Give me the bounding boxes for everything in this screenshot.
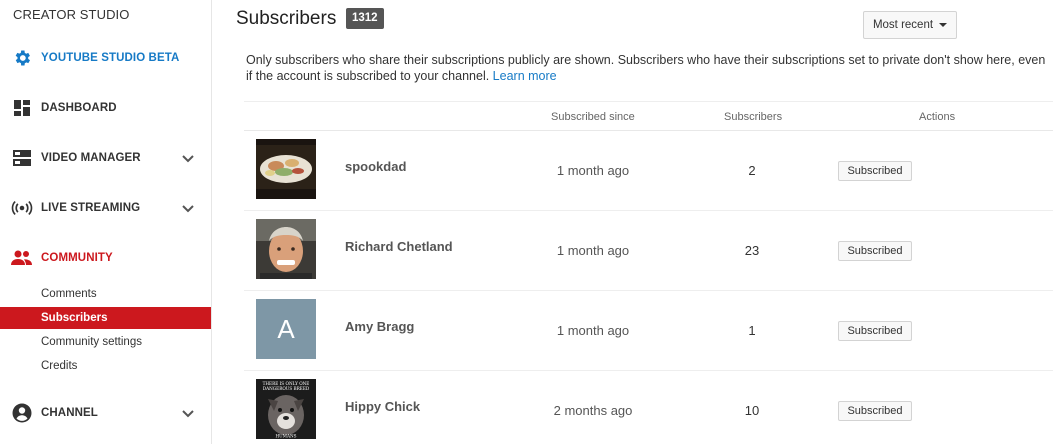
subscriber-avatar[interactable]: A <box>256 299 316 359</box>
subscribed-button[interactable]: Subscribed <box>838 321 912 341</box>
avatar-letter: A <box>256 299 316 359</box>
subscriber-count-badge: 1312 <box>346 8 384 29</box>
sidebar-subitem-credits[interactable]: Credits <box>0 355 211 377</box>
subscriber-count: 10 <box>744 403 760 418</box>
sidebar: CREATOR STUDIO YOUTUBE STUDIO BETA DASHB… <box>0 0 212 444</box>
gear-icon <box>11 48 33 68</box>
sidebar-item-channel[interactable]: CHANNEL <box>0 401 211 425</box>
page-title: Subscribers <box>236 8 337 29</box>
subscribed-since: 1 month ago <box>556 163 630 178</box>
sidebar-item-label: CHANNEL <box>41 407 98 419</box>
subscribed-button[interactable]: Subscribed <box>838 161 912 181</box>
table-row: spookdad 1 month ago 2 Subscribed <box>244 131 1053 211</box>
sidebar-item-label: VIDEO MANAGER <box>41 152 141 164</box>
subscriber-avatar[interactable]: THERE IS ONLY ONE DANGEROUS BREED HUMANS <box>256 379 316 439</box>
chevron-down-icon[interactable] <box>181 202 195 214</box>
subscriber-name[interactable]: Hippy Chick <box>345 399 420 414</box>
sidebar-item-community[interactable]: COMMUNITY <box>0 246 211 270</box>
sidebar-item-dashboard[interactable]: DASHBOARD <box>0 96 211 120</box>
sidebar-subitem-comments[interactable]: Comments <box>0 283 211 305</box>
avatar-caption-line: HUMANS <box>275 434 296 439</box>
account-icon <box>11 403 33 423</box>
subscriber-count: 1 <box>748 323 756 338</box>
column-header-subscribers: Subscribers <box>724 111 783 123</box>
table-row: THERE IS ONLY ONE DANGEROUS BREED HUMANS… <box>244 371 1053 444</box>
learn-more-link[interactable]: Learn more <box>493 69 557 83</box>
sidebar-item-live-streaming[interactable]: LIVE STREAMING <box>0 196 211 220</box>
sidebar-subitem-subscribers[interactable]: Subscribers <box>0 307 211 329</box>
dashboard-icon <box>11 98 33 118</box>
subscribed-since: 1 month ago <box>556 243 630 258</box>
sidebar-item-youtube-studio-beta[interactable]: YOUTUBE STUDIO BETA <box>0 46 211 70</box>
sidebar-item-label: DASHBOARD <box>41 102 117 114</box>
avatar-caption-line: DANGEROUS BREED <box>263 386 310 391</box>
sidebar-item-label: COMMUNITY <box>41 252 113 264</box>
subscribers-table: Subscribed since Subscribers Actions spo… <box>244 101 1053 444</box>
caret-down-icon <box>939 23 948 27</box>
notice-text: Only subscribers who share their subscri… <box>246 53 1046 83</box>
sort-dropdown[interactable]: Most recent <box>863 11 957 39</box>
subscriber-avatar[interactable] <box>256 139 316 199</box>
sidebar-item-video-manager[interactable]: VIDEO MANAGER <box>0 146 211 170</box>
sidebar-item-label: YOUTUBE STUDIO BETA <box>41 52 180 64</box>
main-content: Subscribers 1312 Most recent Only subscr… <box>212 0 1053 444</box>
table-header: Subscribed since Subscribers Actions <box>244 101 1053 131</box>
subscribed-button[interactable]: Subscribed <box>838 401 912 421</box>
community-icon <box>11 248 33 268</box>
subscribed-since: 1 month ago <box>556 323 630 338</box>
chevron-down-icon[interactable] <box>181 407 195 419</box>
subscriber-name[interactable]: Richard Chetland <box>345 239 453 254</box>
live-streaming-icon <box>11 198 33 218</box>
column-header-actions: Actions <box>919 111 956 123</box>
subscriber-name[interactable]: Amy Bragg <box>345 319 414 334</box>
subscribed-since: 2 months ago <box>553 403 633 418</box>
creator-studio-title: CREATOR STUDIO <box>13 7 130 22</box>
sidebar-subitem-community-settings[interactable]: Community settings <box>0 331 211 353</box>
subscriber-count: 23 <box>744 243 760 258</box>
video-manager-icon <box>11 148 33 168</box>
sort-label: Most recent <box>872 19 934 31</box>
table-row: Richard Chetland 1 month ago 23 Subscrib… <box>244 211 1053 291</box>
subscriber-avatar[interactable] <box>256 219 316 279</box>
subscriber-name[interactable]: spookdad <box>345 159 406 174</box>
table-row: A Amy Bragg 1 month ago 1 Subscribed <box>244 291 1053 371</box>
subscriber-count: 2 <box>748 163 756 178</box>
sidebar-item-label: LIVE STREAMING <box>41 202 141 214</box>
column-header-subscribed-since: Subscribed since <box>551 111 635 123</box>
chevron-down-icon[interactable] <box>181 152 195 164</box>
subscribed-button[interactable]: Subscribed <box>838 241 912 261</box>
privacy-notice: Only subscribers who share their subscri… <box>246 52 1053 84</box>
